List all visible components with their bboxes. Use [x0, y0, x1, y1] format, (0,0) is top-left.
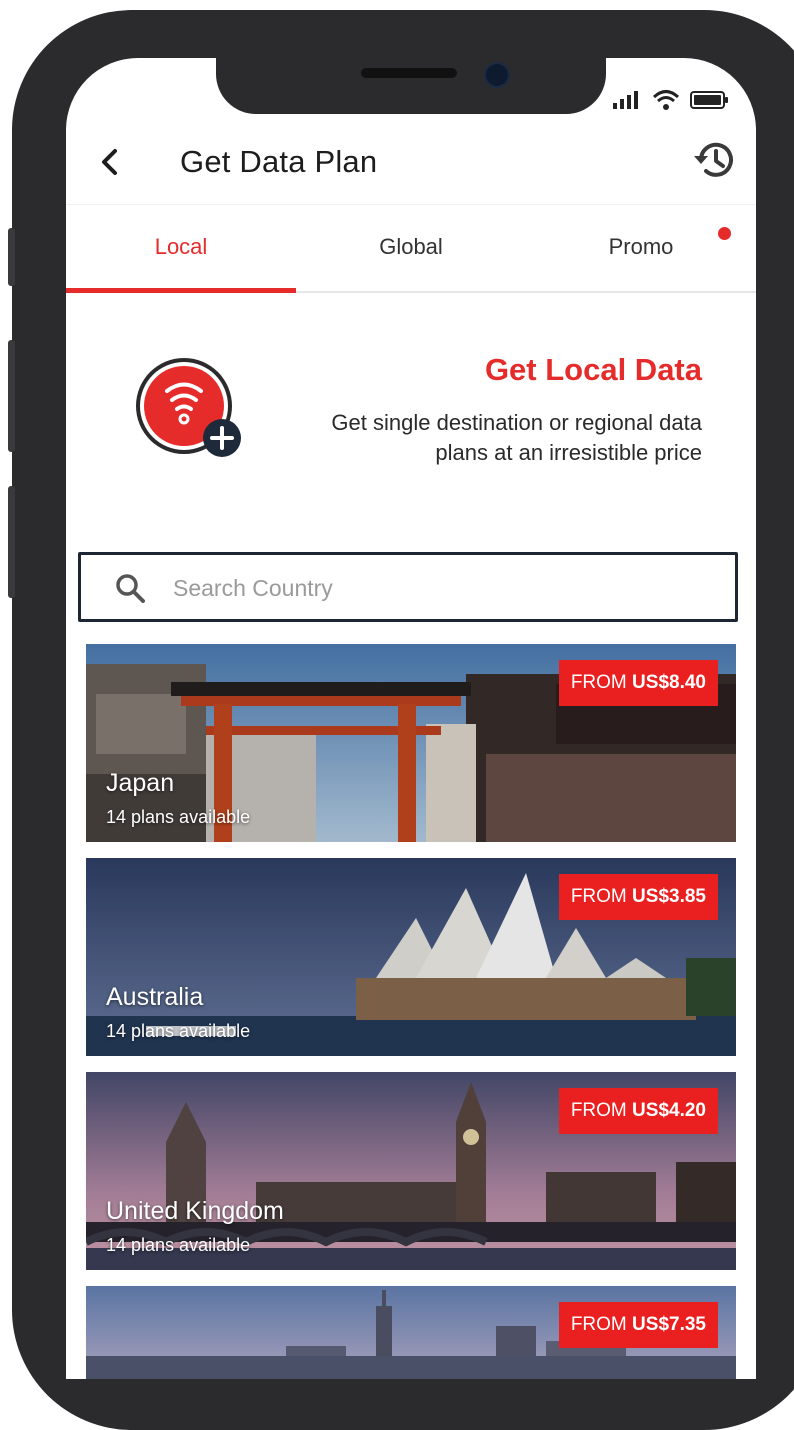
tab-global[interactable]: Global: [296, 205, 526, 289]
speaker-grille: [361, 68, 457, 78]
battery-icon: [690, 91, 728, 109]
country-name: Japan: [106, 769, 175, 797]
destination-card-australia[interactable]: FROM US$3.85 Australia 14 plans availabl…: [86, 858, 736, 1056]
plans-count: 14 plans available: [106, 807, 251, 827]
phone-mute-switch: [8, 228, 15, 286]
destination-card-japan[interactable]: FROM US$8.40 Japan 14 plans available: [86, 644, 736, 842]
signal-icon: [613, 91, 638, 109]
history-icon[interactable]: [690, 136, 738, 184]
phone-volume-up: [8, 340, 15, 452]
plans-count: 14 plans available: [106, 1235, 251, 1255]
phone-screen: Get Data Plan Local Global Promo Get Loc…: [66, 58, 756, 1379]
search-input[interactable]: [171, 565, 715, 611]
tab-local[interactable]: Local: [66, 205, 296, 289]
promo-notification-dot: [718, 227, 731, 240]
front-camera: [484, 62, 510, 88]
destination-card-4[interactable]: FROM US$7.35: [86, 1286, 736, 1379]
search-icon: [116, 574, 145, 603]
tab-promo[interactable]: Promo: [526, 205, 756, 289]
notch: [216, 58, 606, 114]
wifi-status-icon: [652, 90, 680, 110]
hero-title: Get Local Data: [484, 352, 702, 387]
page-title: Get Data Plan: [180, 144, 378, 179]
price-badge: FROM US$4.20: [558, 1088, 718, 1134]
search-box[interactable]: [78, 552, 738, 622]
phone-volume-down: [8, 486, 15, 598]
wifi-plus-icon: [136, 358, 241, 457]
country-name: United Kingdom: [106, 1197, 284, 1225]
app-bar: Get Data Plan: [66, 124, 756, 204]
plans-count: 14 plans available: [106, 1021, 251, 1041]
chevron-left-icon[interactable]: [92, 144, 128, 180]
price-badge: FROM US$8.40: [558, 660, 718, 706]
tab-bar: Local Global Promo: [66, 204, 756, 293]
hero-section: Get Local Data Get single destination or…: [66, 290, 756, 550]
destination-card-united-kingdom[interactable]: FROM US$4.20 United Kingdom 14 plans ava…: [86, 1072, 736, 1270]
status-bar: [612, 88, 730, 112]
country-name: Australia: [106, 983, 204, 1011]
price-badge: FROM US$3.85: [558, 874, 718, 920]
price-badge: FROM US$7.35: [558, 1302, 718, 1348]
hero-description: Get single destination or regional data …: [331, 410, 702, 465]
